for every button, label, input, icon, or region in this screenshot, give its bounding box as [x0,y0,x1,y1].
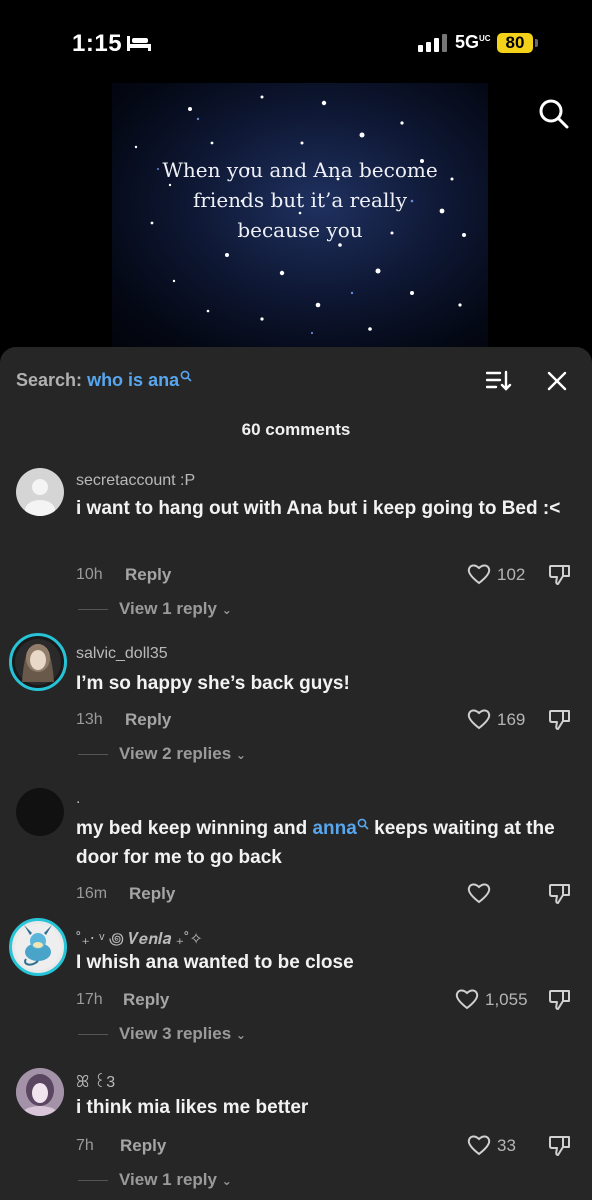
comment-time: 16m [76,885,108,902]
chevron-down-icon: ⌄ [221,603,232,617]
avatar[interactable] [9,918,67,976]
heart-icon[interactable] [467,563,491,585]
reply-button[interactable]: Reply [125,565,171,585]
comment-text-part: my bed keep winning and [76,818,313,839]
video-caption: When you and Ana become friends but it’a… [112,155,488,245]
comment-search[interactable]: Search: who is ana [16,370,192,391]
view-replies-label: View 2 replies [119,744,232,763]
divider [78,609,108,610]
like-count: 1,055 [485,990,528,1009]
like-count: 33 [497,1136,516,1155]
comment-text: i want to hang out with Ana but i keep g… [76,498,561,519]
search-icon [180,370,192,382]
comment-username[interactable]: . [76,790,80,808]
chevron-down-icon: ⌄ [235,1028,246,1042]
dislike-icon[interactable] [548,563,572,587]
view-replies-button[interactable]: View 1 reply ⌄ [119,1170,232,1190]
comment-text: I whish ana wanted to be close [76,952,354,973]
comment-time: 7h [76,1137,94,1154]
comment-username[interactable]: ꕤ ꒰3 [76,1070,115,1092]
avatar[interactable] [16,468,64,516]
default-avatar-icon [25,479,55,516]
close-icon[interactable] [546,370,568,392]
heart-icon[interactable] [467,708,491,730]
dislike-icon[interactable] [548,708,572,732]
comment-time: 10h [76,566,103,583]
comment-text: I’m so happy she’s back guys! [76,673,350,694]
reply-button[interactable]: Reply [129,884,175,904]
comment-text: my bed keep winning and anna keeps waiti… [76,814,576,872]
caption-line: When you and Ana become [162,158,438,182]
like-count: 169 [497,710,526,729]
dislike-icon[interactable] [548,882,572,906]
profile-photo [16,1068,64,1116]
chevron-down-icon: ⌄ [221,1174,232,1188]
dislike-icon[interactable] [548,988,572,1012]
caption-line: friends but it’a really [192,188,408,212]
comment-time: 17h [76,991,103,1008]
view-replies-button[interactable]: View 3 replies ⌄ [119,1024,246,1044]
search-icon[interactable] [538,98,570,130]
sort-icon[interactable] [486,370,512,392]
comment-time: 13h [76,711,103,728]
like-count: 102 [497,565,526,584]
chevron-down-icon: ⌄ [235,748,246,762]
profile-photo [15,639,61,685]
search-icon [357,818,369,830]
search-link[interactable]: anna [312,818,356,839]
comment-username[interactable]: secretaccount :P [76,472,195,490]
view-replies-label: View 1 reply [119,599,217,618]
comment-username[interactable]: salvic_doll35 [76,645,168,663]
heart-icon[interactable] [467,1134,491,1156]
comment-count: 60 comments [241,420,351,439]
battery-tip [535,39,538,47]
divider [78,1034,108,1035]
view-replies-label: View 1 reply [119,1170,217,1189]
reply-button[interactable]: Reply [123,990,169,1010]
heart-icon[interactable] [467,882,491,904]
comment-username[interactable]: ˚₊‧ ᵛ ꩜ 𝑽𝒆𝒏𝒍𝒂 ₊˚✧ [76,926,203,950]
avatar[interactable] [9,633,67,691]
profile-photo [15,924,61,970]
bed-icon [127,36,151,51]
view-replies-label: View 3 replies [119,1024,232,1043]
dislike-icon[interactable] [548,1134,572,1158]
search-label: Search: [16,370,83,390]
divider [78,1180,108,1181]
heart-icon[interactable] [455,988,479,1010]
avatar[interactable] [16,788,64,836]
avatar[interactable] [16,1068,64,1116]
clock: 1:15 [72,30,123,57]
status-bar: 1:15 5GUC 80 [0,0,592,84]
view-replies-button[interactable]: View 2 replies ⌄ [119,744,246,764]
caption-line: because you [237,218,363,242]
search-term[interactable]: who is ana [87,370,179,390]
video-player[interactable]: When you and Ana become friends but it’a… [112,83,488,351]
network-type: 5GUC [455,32,491,52]
reply-button[interactable]: Reply [125,710,171,730]
reply-button[interactable]: Reply [120,1136,166,1156]
view-replies-button[interactable]: View 1 reply ⌄ [119,599,232,619]
divider [78,754,108,755]
battery-level: 80 [497,33,533,53]
signal-icon [418,34,447,52]
comment-text: i think mia likes me better [76,1097,309,1118]
